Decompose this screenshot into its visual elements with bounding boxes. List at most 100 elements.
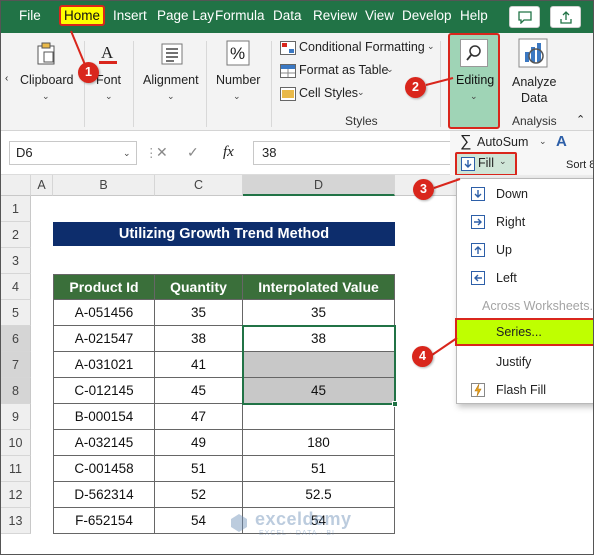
row-header-2[interactable]: 2 [1, 222, 31, 248]
sheet-title[interactable]: Utilizing Growth Trend Method [53, 222, 395, 246]
row-header-1[interactable]: 1 [1, 196, 31, 222]
fill-handle[interactable] [392, 401, 398, 407]
alignment-label[interactable]: Alignment [143, 73, 199, 87]
quantity-cell[interactable]: 35 [155, 300, 243, 326]
fill-right-item[interactable]: Right [457, 208, 593, 236]
row-header-7[interactable]: 7 [1, 352, 31, 378]
product-id-cell[interactable]: A-021547 [54, 326, 155, 352]
analyze-data-label-2[interactable]: Data [521, 91, 547, 105]
row-header-4[interactable]: 4 [1, 274, 31, 300]
tab-home[interactable]: Home [59, 5, 106, 26]
clipboard-caret-icon[interactable]: ⌄ [42, 91, 50, 102]
select-all-corner[interactable] [1, 175, 31, 196]
font-label[interactable]: Font [96, 73, 121, 87]
header-product-id[interactable]: Product Id [54, 275, 155, 300]
row-header-12[interactable]: 12 [1, 482, 31, 508]
name-box[interactable]: D6 [9, 141, 137, 165]
fill-justify-item[interactable]: Justify [457, 348, 593, 376]
fill-series-item[interactable]: Series... [455, 318, 593, 346]
analyze-data-label-1[interactable]: Analyze [512, 75, 556, 89]
alignment-icon[interactable] [160, 41, 184, 67]
column-header-c[interactable]: C [155, 175, 243, 196]
product-id-cell[interactable]: D-562314 [54, 482, 155, 508]
share-button[interactable] [550, 6, 581, 28]
tab-developer[interactable]: Develop [402, 8, 452, 23]
interpolated-value-cell[interactable]: 35 [243, 300, 395, 326]
alignment-caret-icon[interactable]: ⌄ [167, 91, 175, 102]
row-header-13[interactable]: 13 [1, 508, 31, 534]
row-header-9[interactable]: 9 [1, 404, 31, 430]
row-header-10[interactable]: 10 [1, 430, 31, 456]
collapse-ribbon-icon[interactable]: ⌃ [576, 113, 585, 126]
flash-fill-item[interactable]: Flash Fill [457, 376, 593, 404]
quantity-cell[interactable]: 41 [155, 352, 243, 378]
tab-review[interactable]: Review [313, 8, 357, 23]
clipboard-label[interactable]: Clipboard [20, 73, 74, 87]
enter-icon[interactable]: ✓ [187, 144, 199, 161]
header-quantity[interactable]: Quantity [155, 275, 243, 300]
number-caret-icon[interactable]: ⌄ [233, 91, 241, 102]
fill-left-item[interactable]: Left [457, 264, 593, 292]
tab-file[interactable]: File [19, 8, 41, 23]
percent-icon[interactable]: % [225, 39, 251, 67]
name-box-caret-icon[interactable]: ⌄ [123, 148, 131, 159]
product-id-cell[interactable]: A-031021 [54, 352, 155, 378]
interpolated-value-cell[interactable]: 52.5 [243, 482, 395, 508]
interpolated-value-cell-selected[interactable] [243, 352, 395, 378]
product-id-cell[interactable]: C-001458 [54, 456, 155, 482]
tab-data[interactable]: Data [273, 8, 302, 23]
font-caret-icon[interactable]: ⌄ [105, 91, 113, 102]
product-id-cell[interactable]: F-652154 [54, 508, 155, 534]
tab-help[interactable]: Help [460, 8, 488, 23]
cs-caret-icon[interactable]: ⌄ [357, 87, 365, 98]
column-header-b[interactable]: B [53, 175, 155, 196]
autosum-caret-icon[interactable]: ⌄ [539, 136, 547, 147]
tab-view[interactable]: View [365, 8, 394, 23]
quantity-cell[interactable]: 47 [155, 404, 243, 430]
column-header-d[interactable]: D [243, 175, 395, 196]
fat-caret-icon[interactable]: ⌄ [386, 64, 394, 75]
row-header-5[interactable]: 5 [1, 300, 31, 326]
quantity-cell[interactable]: 52 [155, 482, 243, 508]
cf-caret-icon[interactable]: ⌄ [427, 41, 435, 52]
product-id-cell[interactable]: A-032145 [54, 430, 155, 456]
tab-insert[interactable]: Insert [113, 8, 147, 23]
interpolated-value-cell[interactable] [243, 404, 395, 430]
fill-down-item[interactable]: Down [457, 180, 593, 208]
interpolated-value-cell-active[interactable]: 38 [243, 326, 395, 352]
product-id-cell[interactable]: A-051456 [54, 300, 155, 326]
scroll-left-icon[interactable]: ‹ [5, 73, 8, 84]
cell-styles-button[interactable]: Cell Styles [299, 86, 358, 100]
quantity-cell[interactable]: 45 [155, 378, 243, 404]
row-header-11[interactable]: 11 [1, 456, 31, 482]
tab-page-layout[interactable]: Page Lay [157, 8, 214, 23]
cancel-icon[interactable]: ✕ [156, 144, 168, 161]
quantity-cell[interactable]: 38 [155, 326, 243, 352]
conditional-formatting-button[interactable]: Conditional Formatting [299, 40, 425, 54]
row-header-3[interactable]: 3 [1, 248, 31, 274]
paste-icon[interactable] [34, 41, 58, 67]
row-header-8[interactable]: 8 [1, 378, 31, 404]
insert-function-icon[interactable]: fx [223, 144, 234, 161]
header-interpolated-value[interactable]: Interpolated Value [243, 275, 395, 300]
format-as-table-button[interactable]: Format as Table [299, 63, 388, 77]
quantity-cell[interactable]: 49 [155, 430, 243, 456]
number-label[interactable]: Number [216, 73, 260, 87]
analyze-data-icon[interactable] [517, 38, 549, 68]
formula-input[interactable]: 38 [253, 141, 463, 165]
column-header-a[interactable]: A [31, 175, 53, 196]
font-icon[interactable]: A [97, 41, 119, 67]
quantity-cell[interactable]: 51 [155, 456, 243, 482]
product-id-cell[interactable]: B-000154 [54, 404, 155, 430]
fill-up-item[interactable]: Up [457, 236, 593, 264]
fill-button[interactable]: Fill ⌄ [455, 152, 517, 176]
tab-formulas[interactable]: Formula [215, 8, 265, 23]
interpolated-value-cell[interactable]: 51 [243, 456, 395, 482]
editing-button[interactable]: Editing ⌄ [448, 33, 500, 129]
row-header-6[interactable]: 6 [1, 326, 31, 352]
autosum-button[interactable]: AutoSum [477, 135, 528, 149]
sort-icon[interactable]: A [556, 133, 567, 150]
product-id-cell[interactable]: C-012145 [54, 378, 155, 404]
interpolated-value-cell-selected[interactable]: 45 [243, 378, 395, 404]
comments-button[interactable] [509, 6, 540, 28]
